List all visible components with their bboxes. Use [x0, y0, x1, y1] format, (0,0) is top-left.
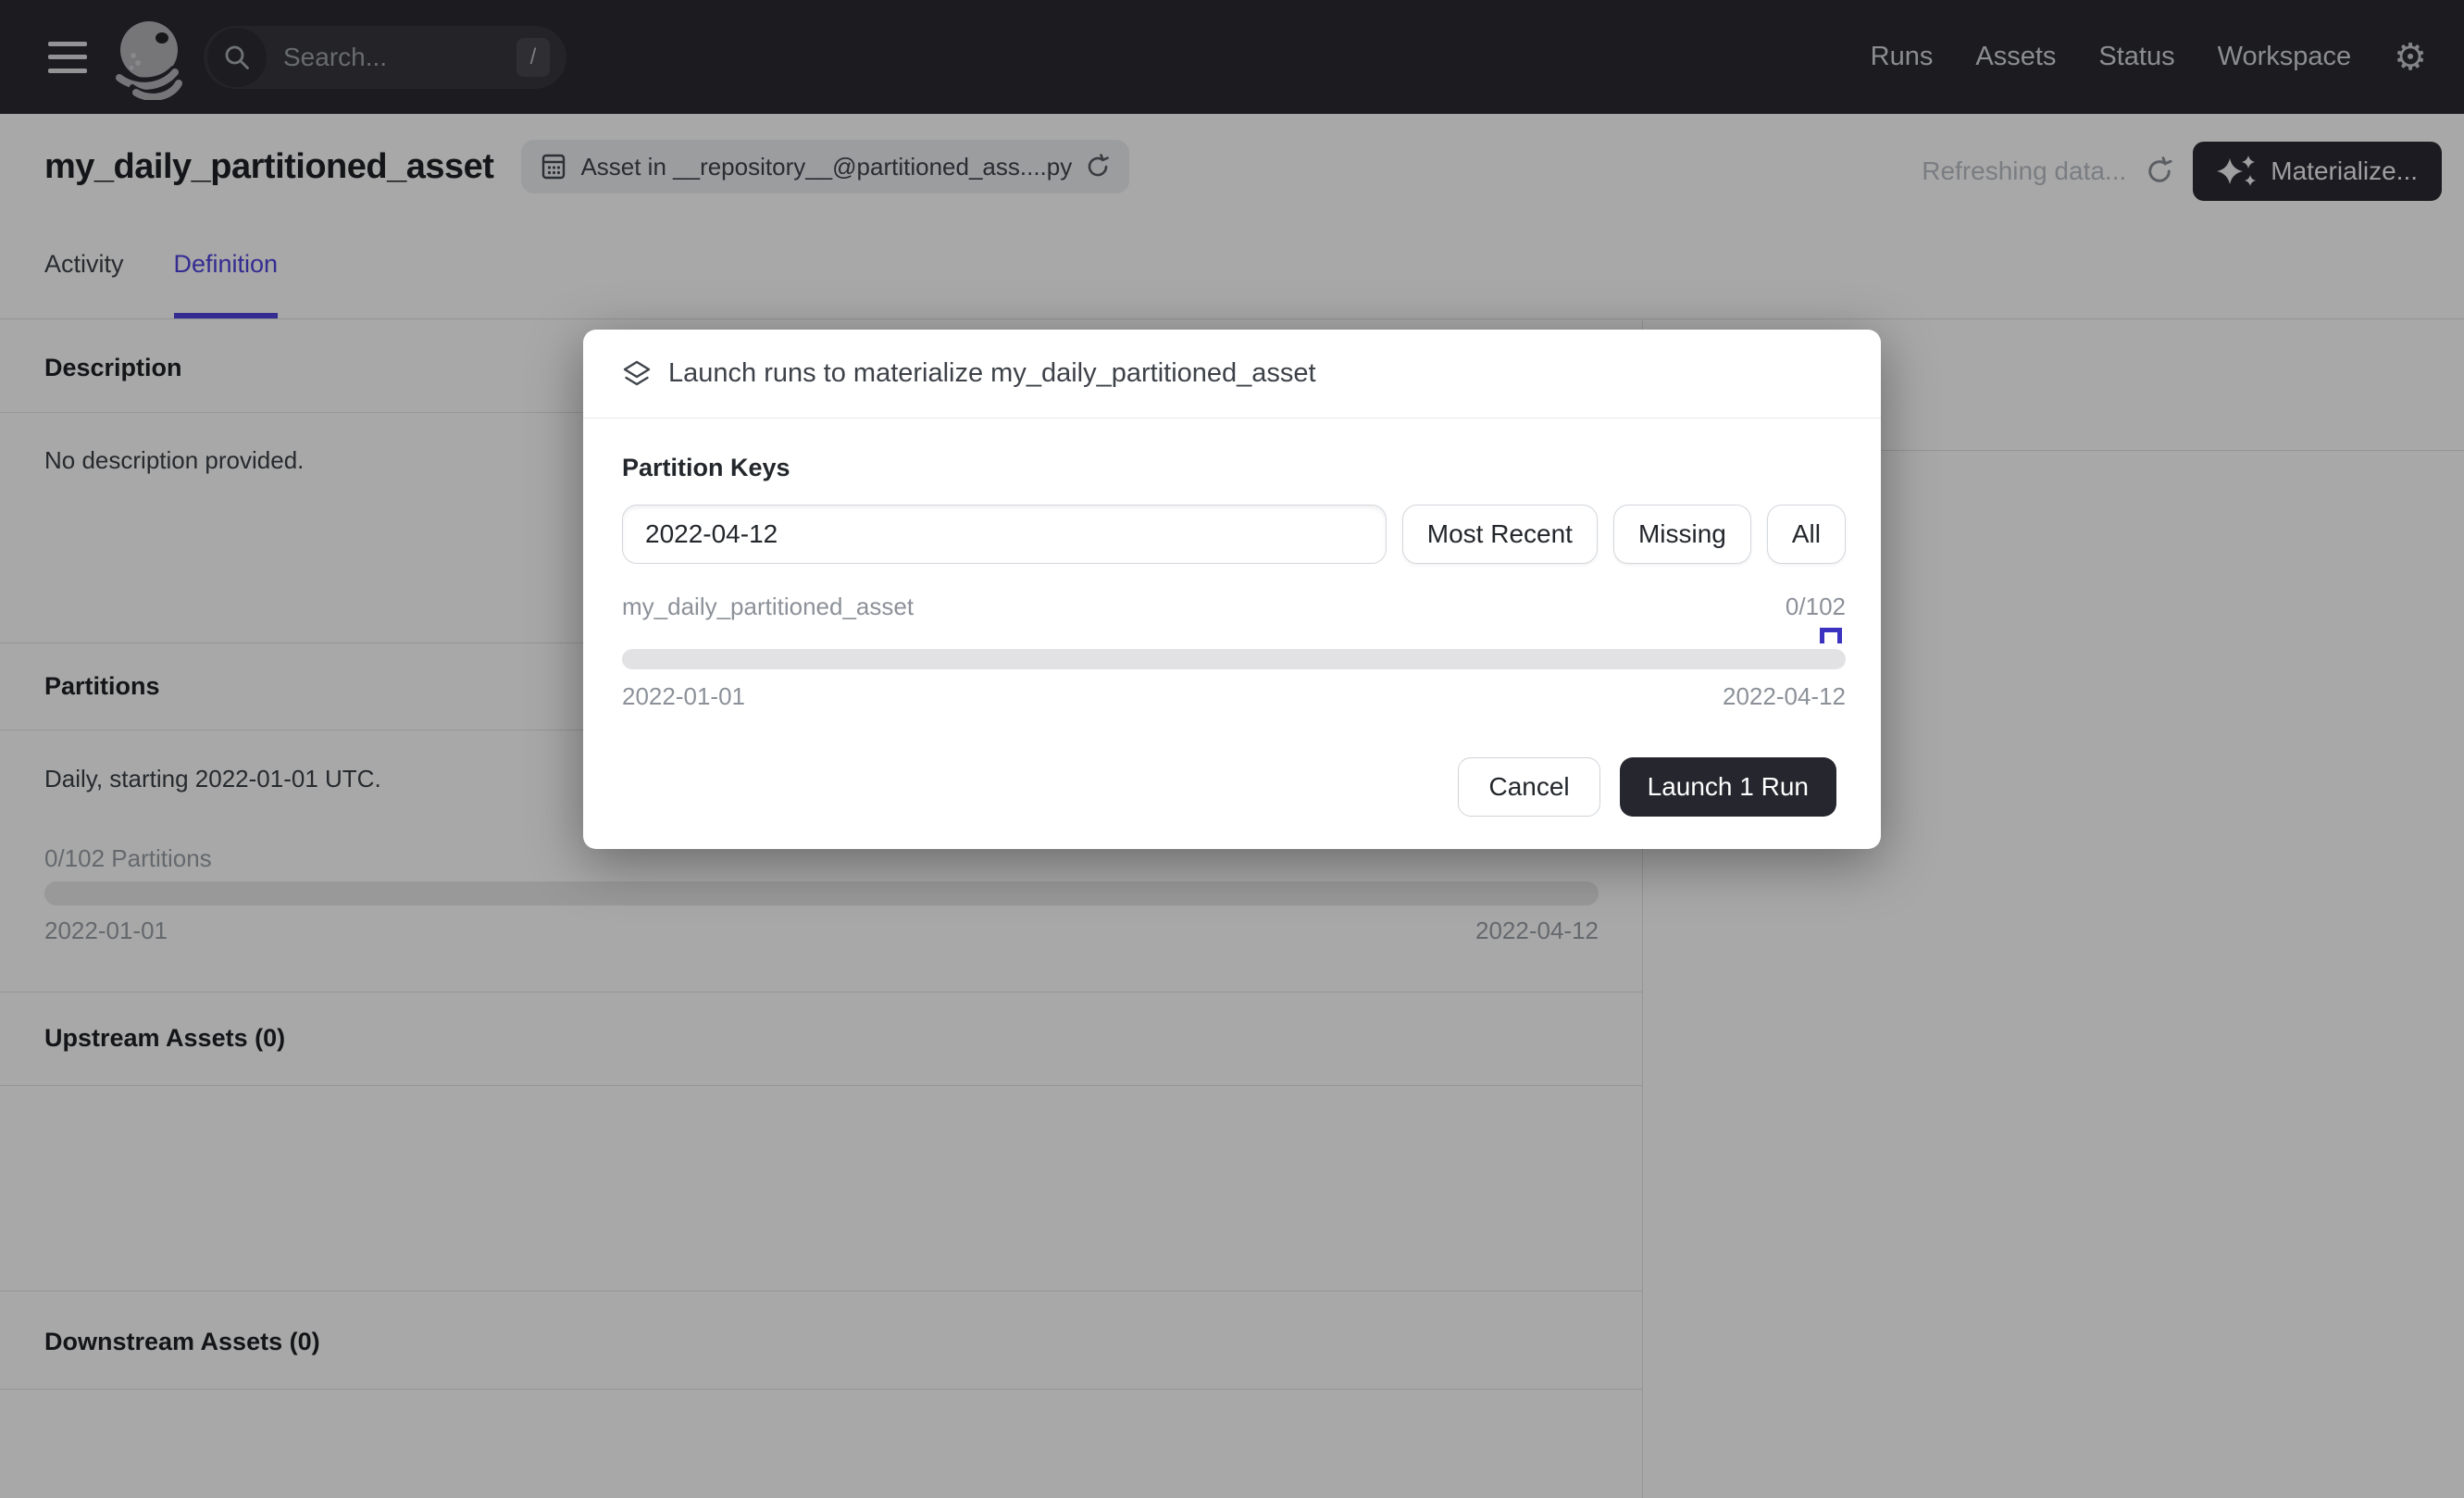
- modal-range-start: 2022-01-01: [622, 682, 745, 711]
- modal-title: Launch runs to materialize my_daily_part…: [668, 358, 1316, 389]
- missing-button[interactable]: Missing: [1613, 505, 1751, 564]
- modal-range-end: 2022-04-12: [1723, 682, 1846, 711]
- modal-selected-count: 0/102: [1786, 593, 1846, 621]
- partition-keys-input[interactable]: [622, 505, 1387, 564]
- all-button[interactable]: All: [1767, 505, 1846, 564]
- materialize-layers-icon: [622, 359, 652, 389]
- cancel-button[interactable]: Cancel: [1458, 757, 1599, 817]
- partition-keys-label: Partition Keys: [622, 454, 790, 482]
- launch-run-button[interactable]: Launch 1 Run: [1620, 757, 1836, 817]
- selected-partition-marker[interactable]: [1820, 628, 1842, 643]
- modal-asset-name: my_daily_partitioned_asset: [622, 593, 914, 621]
- dagster-app: / Runs Assets Status Workspace ⚙ my_dail…: [0, 0, 2464, 1498]
- launch-runs-modal: Launch runs to materialize my_daily_part…: [583, 330, 1881, 849]
- modal-partition-track[interactable]: [622, 649, 1846, 669]
- most-recent-button[interactable]: Most Recent: [1402, 505, 1598, 564]
